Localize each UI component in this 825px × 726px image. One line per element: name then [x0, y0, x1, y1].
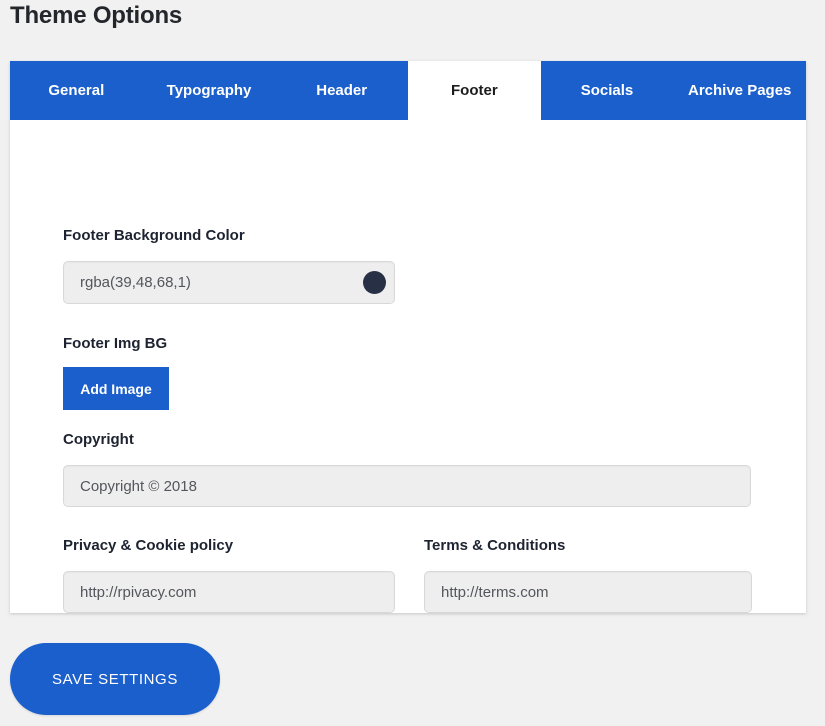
privacy-cookie-policy-input[interactable] [63, 571, 395, 613]
save-settings-button[interactable]: SAVE SETTINGS [10, 643, 220, 715]
terms-conditions-input[interactable] [424, 571, 752, 613]
tab-bar: General Typography Header Footer Socials… [10, 61, 806, 120]
tab-socials[interactable]: Socials [541, 61, 674, 120]
tab-footer[interactable]: Footer [408, 61, 541, 120]
tab-archive-pages[interactable]: Archive Pages [673, 61, 806, 120]
terms-conditions-label: Terms & Conditions [424, 537, 566, 554]
theme-options-panel: General Typography Header Footer Socials… [10, 61, 806, 613]
page-title: Theme Options [10, 2, 183, 29]
copyright-label: Copyright [63, 431, 134, 448]
color-swatch-icon[interactable] [363, 271, 386, 294]
footer-image-bg-label: Footer Img BG [63, 335, 168, 352]
tab-general[interactable]: General [10, 61, 143, 120]
privacy-cookie-policy-label: Privacy & Cookie policy [63, 537, 234, 554]
tab-header[interactable]: Header [275, 61, 408, 120]
footer-background-color-label: Footer Background Color [63, 227, 245, 244]
footer-tab-panel: Footer Background Color Footer Img BG Ad… [10, 120, 806, 613]
add-image-button[interactable]: Add Image [63, 367, 169, 410]
copyright-input[interactable] [63, 465, 751, 507]
footer-background-color-input[interactable] [63, 261, 395, 304]
tab-typography[interactable]: Typography [143, 61, 276, 120]
